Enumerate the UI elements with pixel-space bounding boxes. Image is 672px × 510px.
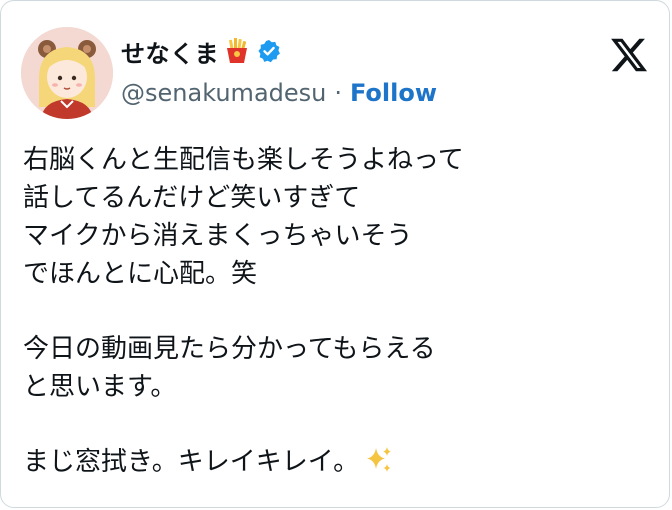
text-line: 右脳くんと生配信も楽しそうよねって [23, 145, 464, 175]
sparkles-emoji-icon [363, 444, 395, 476]
text-line: でほんとに心配。笑 [23, 259, 258, 289]
paragraph-3: まじ窓拭き。キレイキレイ。 [23, 443, 643, 481]
text-line-with-emoji: まじ窓拭き。キレイキレイ。 [23, 443, 643, 481]
tweet-header: せなくま @senakumadesu · Follow [21, 27, 651, 123]
fries-emoji-icon [225, 38, 249, 64]
text-line: 今日の動画見たら分かってもらえる [23, 334, 436, 364]
handle-row: @senakumadesu · Follow [121, 79, 437, 107]
tweet-text: 右脳くんと生配信も楽しそうよねって 話してるんだけど笑いすぎて マイクから消えま… [23, 141, 643, 481]
follow-button[interactable]: Follow [350, 79, 437, 107]
avatar-illustration [21, 27, 113, 119]
text-line: まじ窓拭き。キレイキレイ。 [23, 447, 360, 477]
handle[interactable]: @senakumadesu [121, 79, 326, 107]
user-info: せなくま @senakumadesu · Follow [121, 35, 437, 107]
x-logo-icon[interactable] [609, 35, 649, 75]
text-line: と思います。 [23, 372, 177, 402]
separator-dot: · [334, 79, 342, 107]
paragraph-2: 今日の動画見たら分かってもらえる と思います。 [23, 330, 643, 406]
text-line: マイクから消えまくっちゃいそう [23, 221, 413, 251]
text-line: 話してるんだけど笑いすぎて [23, 183, 361, 213]
tweet-card[interactable]: せなくま @senakumadesu · Follow 右脳くんと生配信も楽しそ… [0, 0, 670, 508]
avatar[interactable] [21, 27, 113, 119]
display-name[interactable]: せなくま [121, 34, 219, 69]
paragraph-1: 右脳くんと生配信も楽しそうよねって 話してるんだけど笑いすぎて マイクから消えま… [23, 141, 643, 293]
name-row: せなくま [121, 34, 437, 69]
verified-badge-icon [257, 39, 281, 63]
